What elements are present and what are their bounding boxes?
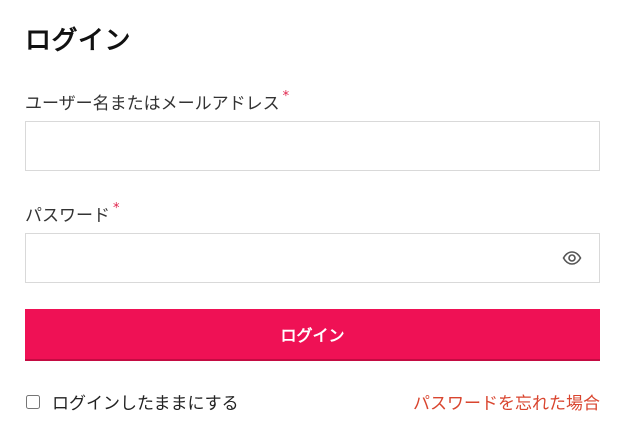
eye-icon[interactable] [562, 249, 582, 267]
password-label: パスワード * [25, 201, 120, 226]
required-mark: * [113, 201, 120, 216]
username-label: ユーザー名またはメールアドレス * [25, 89, 289, 114]
login-button[interactable]: ログイン [25, 309, 600, 361]
remember-me-label: ログインしたままにする [52, 394, 239, 414]
remember-me-checkbox[interactable] [26, 394, 40, 409]
password-label-text: パスワード [25, 206, 110, 226]
password-input[interactable] [26, 234, 599, 282]
remember-me[interactable]: ログインしたままにする [25, 389, 239, 414]
username-field-box [25, 121, 600, 171]
username-input[interactable] [26, 122, 599, 170]
forgot-password-link[interactable]: パスワードを忘れた場合 [413, 389, 600, 414]
page-title: ログイン [25, 26, 132, 56]
required-mark: * [282, 89, 290, 104]
password-field-box [25, 233, 600, 283]
username-label-text: ユーザー名またはメールアドレス [25, 94, 280, 114]
